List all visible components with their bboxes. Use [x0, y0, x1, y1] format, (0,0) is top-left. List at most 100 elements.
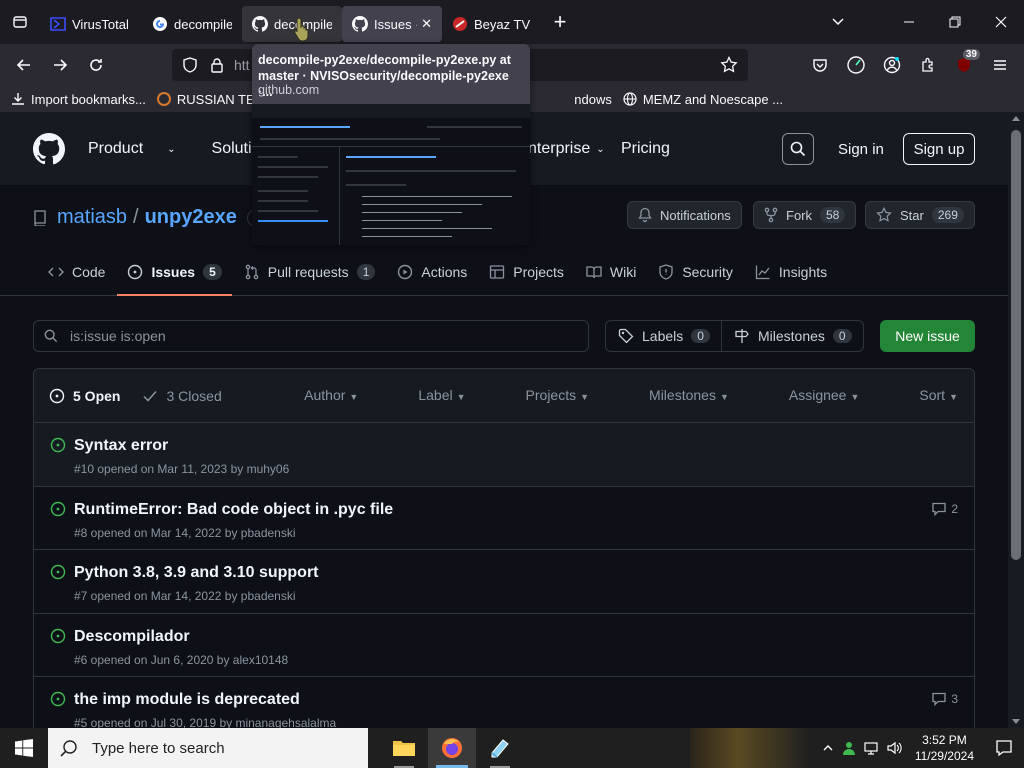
tab-insights-label: Insights	[778, 264, 828, 280]
browser-tab-issues[interactable]: Issues · m ✕	[342, 6, 442, 42]
tab-title: Issues · m	[374, 16, 417, 32]
tab-projects[interactable]: Projects	[479, 254, 574, 290]
issue-opened-icon	[50, 437, 66, 458]
account-icon[interactable]	[874, 47, 910, 83]
network-icon[interactable]	[861, 740, 883, 756]
repo-name-link[interactable]: unpy2exe	[145, 206, 237, 229]
nav-product[interactable]: Product ⌄	[88, 140, 194, 158]
milestones-filter[interactable]: Milestones ▼	[619, 387, 729, 403]
notifications-button[interactable]: Notifications	[627, 201, 742, 229]
issue-opened-icon	[50, 628, 66, 649]
sort-filter[interactable]: Sort ▼	[889, 387, 958, 403]
tab-security[interactable]: Security	[648, 254, 743, 290]
tracking-shield-icon[interactable]	[182, 57, 198, 73]
tab-actions[interactable]: Actions	[387, 254, 477, 290]
scroll-down-arrow-icon[interactable]	[1012, 719, 1020, 724]
back-arrow-icon[interactable]	[6, 47, 42, 83]
tab-list-icon[interactable]	[0, 0, 40, 44]
scroll-thumb[interactable]	[1011, 130, 1021, 560]
ublock-extension-icon[interactable]: 39	[946, 47, 982, 83]
bookmark-label: MEMZ and Noescape ...	[642, 91, 784, 107]
hamburger-menu-icon[interactable]	[982, 47, 1018, 83]
browser-tab-beyaztv[interactable]: Beyaz TV C	[442, 6, 542, 42]
tab-wiki[interactable]: Wiki	[576, 254, 646, 290]
minimize-icon[interactable]	[886, 0, 932, 44]
nav-pricing[interactable]: Pricing	[621, 140, 670, 158]
bookmark-star-icon[interactable]	[720, 56, 738, 74]
issue-comments-link[interactable]: 2	[931, 501, 958, 517]
labels-label: Labels	[642, 328, 684, 344]
nav-enterprise[interactable]: nterprise ⌄	[528, 140, 605, 158]
star-icon	[876, 207, 892, 223]
closed-issues-filter[interactable]: 3 Closed	[142, 388, 222, 404]
github-icon	[252, 16, 268, 32]
bookmark-windows[interactable]: ndows	[574, 92, 612, 107]
issue-opened-icon	[49, 388, 65, 404]
github-logo-icon[interactable]	[33, 133, 65, 165]
taskbar-notepad-app[interactable]	[476, 728, 524, 768]
user-tray-icon[interactable]	[839, 740, 861, 756]
star-button[interactable]: Star 269	[865, 201, 975, 229]
projects-filter-label: Projects	[525, 387, 577, 403]
projects-filter[interactable]: Projects ▼	[496, 387, 590, 403]
taskbar-firefox[interactable]	[428, 728, 476, 768]
speed-dial-icon[interactable]	[838, 47, 874, 83]
code-icon	[48, 264, 64, 280]
search-icon[interactable]	[782, 133, 814, 165]
repo-owner-link[interactable]: matiasb	[57, 206, 127, 229]
new-issue-button[interactable]: New issue	[880, 320, 975, 352]
taskbar-file-explorer[interactable]	[380, 728, 428, 768]
assignee-filter[interactable]: Assignee ▼	[759, 387, 860, 403]
repo-icon	[33, 209, 47, 226]
tab-issues[interactable]: Issues 5	[117, 254, 233, 296]
page-scrollbar[interactable]	[1008, 112, 1024, 728]
bookmark-import[interactable]: Import bookmarks...	[10, 91, 146, 107]
open-issues-filter[interactable]: 5 Open	[49, 388, 120, 404]
lock-icon[interactable]	[210, 57, 224, 73]
forward-arrow-icon[interactable]	[42, 47, 78, 83]
issue-comments-link[interactable]: 3	[931, 691, 958, 707]
issues-filter-input[interactable]: is:issue is:open	[33, 320, 589, 352]
system-clock[interactable]: 3:52 PM 11/29/2024	[915, 732, 974, 764]
label-filter[interactable]: Label ▼	[388, 387, 465, 403]
browser-tab-virustotal[interactable]: VirusTotal -	[40, 6, 142, 42]
tab-code[interactable]: Code	[38, 254, 115, 290]
restore-icon[interactable]	[932, 0, 978, 44]
tab-insights[interactable]: Insights	[745, 254, 837, 290]
windows-start-icon[interactable]	[0, 728, 48, 768]
sign-up-button[interactable]: Sign up	[903, 133, 975, 165]
scroll-up-arrow-icon[interactable]	[1012, 116, 1020, 121]
issue-opened-icon	[127, 264, 143, 280]
volume-icon[interactable]	[883, 740, 905, 756]
tab-overflow-chevron-icon[interactable]	[820, 0, 856, 44]
close-window-icon[interactable]	[978, 0, 1024, 44]
new-tab-icon[interactable]: +	[542, 4, 578, 40]
chevron-up-icon[interactable]	[817, 742, 839, 754]
labels-button[interactable]: Labels 0	[606, 321, 721, 351]
issue-title-link[interactable]: the imp module is deprecated	[74, 691, 300, 709]
author-filter[interactable]: Author ▼	[274, 387, 358, 403]
tab-title: decompile	[174, 16, 232, 32]
tab-actions-label: Actions	[421, 264, 468, 280]
reload-icon[interactable]	[78, 47, 114, 83]
sign-in-link[interactable]: Sign in	[838, 141, 884, 158]
filter-value: is:issue is:open	[70, 328, 166, 344]
taskbar-search-box[interactable]: Type here to search	[48, 728, 368, 768]
pocket-icon[interactable]	[802, 47, 838, 83]
assignee-filter-label: Assignee	[788, 387, 847, 403]
issue-title-link[interactable]: Descompilador	[74, 628, 190, 646]
issue-title-link[interactable]: RuntimeError: Bad code object in .pyc fi…	[74, 501, 393, 519]
extensions-puzzle-icon[interactable]	[910, 47, 946, 83]
folder-icon	[393, 741, 415, 756]
tab-pull-requests[interactable]: Pull requests 1	[234, 254, 386, 290]
issue-title-link[interactable]: Python 3.8, 3.9 and 3.10 support	[74, 564, 319, 582]
bookmark-memz[interactable]: MEMZ and Noescape ...	[622, 91, 783, 107]
milestones-button[interactable]: Milestones 0	[721, 321, 864, 351]
browser-tab-google[interactable]: decompile	[142, 6, 242, 42]
close-tab-icon[interactable]: ✕	[421, 16, 432, 32]
notification-center-icon[interactable]	[984, 728, 1024, 768]
pull-request-icon	[244, 264, 260, 280]
browser-tab-decompile-github[interactable]: decompile	[242, 6, 342, 42]
issue-title-link[interactable]: Syntax error	[74, 437, 168, 455]
fork-button[interactable]: Fork 58	[753, 201, 857, 229]
